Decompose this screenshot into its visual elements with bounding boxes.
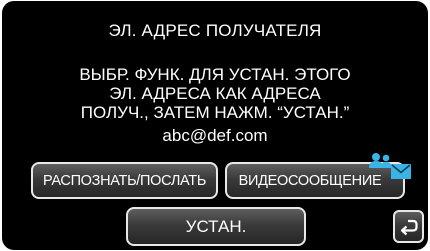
envelope-people-icon (369, 153, 411, 179)
back-button[interactable] (393, 210, 424, 243)
camera-screen: ЭЛ. АДРЕС ПОЛУЧАТЕЛЯ ВЫБР. ФУНК. ДЛЯ УСТ… (2, 1, 428, 250)
instruction-line-1: ВЫБР. ФУНК. ДЛЯ УСТАН. ЭТОГО (79, 65, 351, 84)
instruction-line-3: ПОЛУЧ., ЗАТЕМ НАЖМ. “УСТАН.” (80, 103, 350, 122)
instruction-line-2: ЭЛ. АДРЕСА КАК АДРЕСА (109, 84, 321, 103)
page-title: ЭЛ. АДРЕС ПОЛУЧАТЕЛЯ (108, 21, 322, 40)
email-address: abc@def.com (162, 126, 268, 145)
recognize-send-label: РАСПОЗНАТЬ/ПОСЛАТЬ (42, 172, 207, 189)
instruction-message: ВЫБР. ФУНК. ДЛЯ УСТАН. ЭТОГО ЭЛ. АДРЕСА … (2, 65, 428, 122)
set-button[interactable]: УСТАН. (126, 207, 306, 246)
recognize-send-button[interactable]: РАСПОЗНАТЬ/ПОСЛАТЬ (31, 162, 218, 199)
return-arrow-icon (400, 219, 418, 235)
set-label: УСТАН. (185, 216, 247, 236)
